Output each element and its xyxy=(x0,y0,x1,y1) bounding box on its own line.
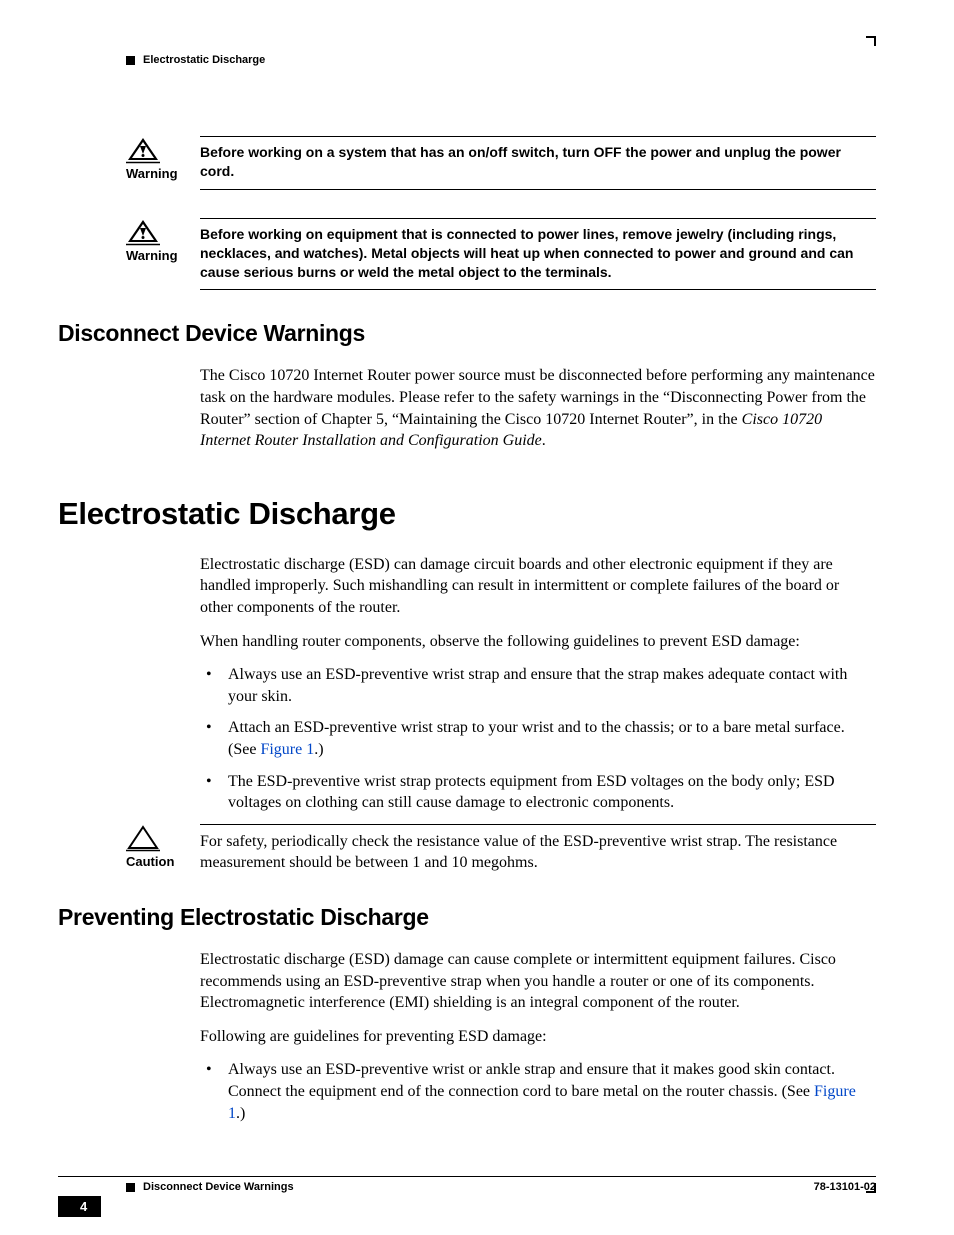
warning-text: Before working on a system that has an o… xyxy=(200,136,876,190)
running-header-text: Electrostatic Discharge xyxy=(143,54,265,66)
warning-text: Before working on equipment that is conn… xyxy=(200,218,876,291)
caution-label: Caution xyxy=(126,854,200,869)
text: .) xyxy=(314,741,323,758)
heading-disconnect-device-warnings: Disconnect Device Warnings xyxy=(58,320,876,347)
paragraph: Electrostatic discharge (ESD) can damage… xyxy=(200,554,876,619)
figure-link[interactable]: Figure 1 xyxy=(260,741,314,758)
caution-text: For safety, periodically check the resis… xyxy=(200,824,876,874)
heading-preventing-esd: Preventing Electrostatic Discharge xyxy=(58,904,876,931)
warning-label: Warning xyxy=(126,166,200,181)
paragraph: Electrostatic discharge (ESD) damage can… xyxy=(200,949,876,1014)
list-item: The ESD-preventive wrist strap protects … xyxy=(200,771,876,814)
list-item: Always use an ESD-preventive wrist strap… xyxy=(200,664,876,707)
bullet-list: Always use an ESD-preventive wrist strap… xyxy=(200,664,876,814)
warning-icon xyxy=(126,218,160,246)
page-number: 4 xyxy=(58,1196,101,1217)
text: Always use an ESD-preventive wrist or an… xyxy=(228,1061,835,1100)
warning-admonition: Warning Before working on a system that … xyxy=(126,136,876,190)
bullet-list: Always use an ESD-preventive wrist or an… xyxy=(200,1059,876,1124)
text: . xyxy=(542,432,546,449)
caution-icon xyxy=(126,824,160,852)
paragraph: Following are guidelines for preventing … xyxy=(200,1026,876,1048)
caution-admonition: Caution For safety, periodically check t… xyxy=(126,824,876,874)
paragraph: When handling router components, observe… xyxy=(200,631,876,653)
footer-title: Disconnect Device Warnings xyxy=(143,1181,294,1193)
header-square-icon xyxy=(126,56,135,65)
paragraph: The Cisco 10720 Internet Router power so… xyxy=(200,365,876,451)
footer-square-icon xyxy=(126,1183,135,1192)
warning-icon xyxy=(126,136,160,164)
heading-electrostatic-discharge: Electrostatic Discharge xyxy=(58,496,876,532)
warning-label: Warning xyxy=(126,248,200,263)
list-item: Attach an ESD-preventive wrist strap to … xyxy=(200,717,876,760)
list-item: Always use an ESD-preventive wrist or an… xyxy=(200,1059,876,1124)
warning-admonition: Warning Before working on equipment that… xyxy=(126,218,876,291)
crop-mark xyxy=(866,36,876,46)
doc-number: 78-13101-02 xyxy=(814,1181,876,1193)
running-header: Electrostatic Discharge xyxy=(126,36,876,66)
page-footer: Disconnect Device Warnings 78-13101-02 4 xyxy=(58,1176,876,1193)
text: .) xyxy=(236,1105,245,1122)
